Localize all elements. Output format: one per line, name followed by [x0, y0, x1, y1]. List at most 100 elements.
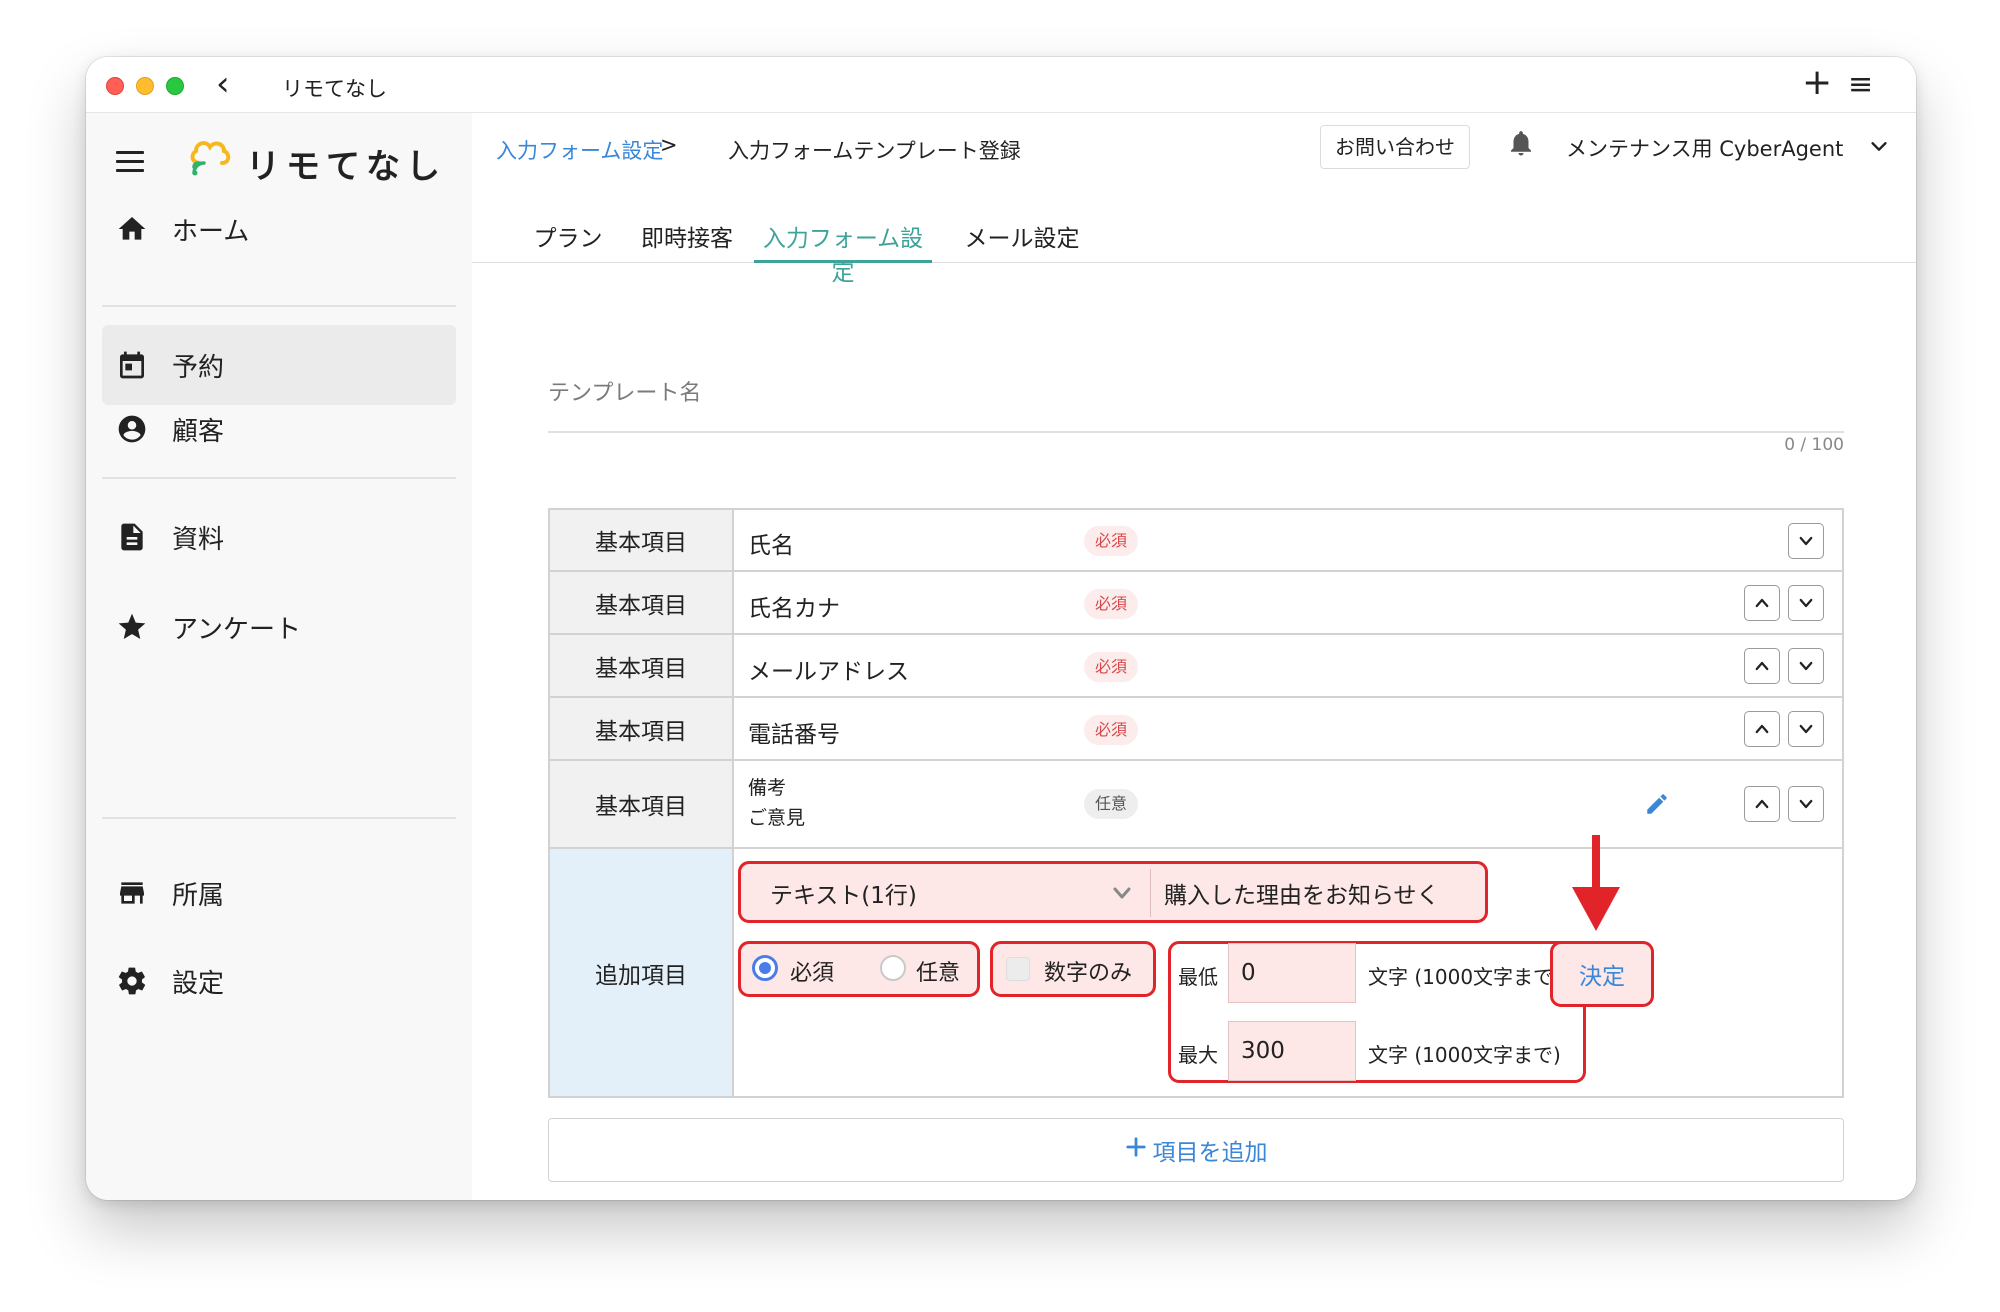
additional-item-row: 追加項目 テキスト(1行) 購入した理由をお知らせく 必須 任意 数字のみ 最低…	[550, 835, 1842, 1096]
sidebar-item-label: 顧客	[172, 416, 225, 447]
numeric-only-label: 数字のみ	[1044, 961, 1133, 986]
numeric-only-checkbox[interactable]	[1006, 957, 1030, 981]
field-name-line: ご意見	[748, 807, 806, 829]
field-name: メールアドレス	[748, 659, 909, 685]
field-title-value: 購入した理由をお知らせく	[1164, 883, 1440, 909]
document-icon	[114, 519, 150, 555]
tab-input-form-settings[interactable]: 入力フォーム設定	[754, 219, 932, 286]
calendar-icon	[114, 347, 150, 383]
move-up-button[interactable]	[1744, 786, 1780, 822]
sidebar-item-label: 資料	[172, 524, 225, 555]
sidebar-item-label: 設定	[172, 968, 225, 999]
sidebar-item-home[interactable]: ホーム	[102, 189, 456, 269]
field-name: 氏名	[748, 533, 794, 559]
logo-text: リモてなし	[246, 147, 446, 187]
account-circle-icon	[114, 411, 150, 447]
move-down-button[interactable]	[1788, 786, 1824, 822]
decide-button-label: 決定	[1579, 964, 1625, 990]
sidebar-item-label: アンケート	[172, 614, 301, 645]
add-item-label: 項目を追加	[1152, 1140, 1268, 1166]
sidebar-item-survey[interactable]: アンケート	[102, 587, 456, 667]
min-length-input[interactable]: 0	[1228, 943, 1356, 1003]
tab-mail-settings[interactable]: メール設定	[956, 219, 1088, 263]
pencil-icon[interactable]	[1644, 791, 1670, 821]
field-type-select[interactable]: テキスト(1行)	[750, 865, 1156, 921]
template-name-input[interactable]: テンプレート名	[548, 375, 701, 407]
move-down-button[interactable]	[1788, 711, 1824, 747]
sidebar-divider	[102, 817, 456, 819]
max-length-label: 最大	[1178, 1043, 1218, 1067]
sidebar-item-affiliation[interactable]: 所属	[102, 853, 456, 933]
table-row: 基本項目 氏名カナ 必須	[550, 572, 1842, 635]
contact-button[interactable]: お問い合わせ	[1320, 125, 1470, 169]
chevron-down-icon[interactable]	[1868, 135, 1890, 161]
window-menu-icon[interactable]: ≡	[1848, 68, 1873, 102]
maximize-window-button[interactable]	[166, 77, 184, 95]
app-window: ‹ リモてなし + ≡ リモてなし ホーム 予約 顧客 資料 アンケート 所属 …	[86, 57, 1916, 1200]
arrow-down-annotation-icon	[1566, 835, 1626, 939]
breadcrumb-separator: >	[660, 133, 678, 157]
minimize-window-button[interactable]	[136, 77, 154, 95]
sidebar-divider	[102, 477, 456, 479]
category-cell: 基本項目	[550, 572, 734, 633]
move-up-button[interactable]	[1744, 648, 1780, 684]
sidebar-item-label: 予約	[172, 352, 225, 383]
tab-instant-service[interactable]: 即時接客	[632, 219, 742, 263]
table-row: 基本項目 備考 ご意見 任意	[550, 761, 1842, 849]
sidebar-item-settings[interactable]: 設定	[102, 941, 456, 1021]
required-badge: 必須	[1084, 715, 1139, 745]
main-content: 入力フォーム設定 > 入力フォームテンプレート登録 お問い合わせ メンテナンス用…	[472, 113, 1916, 1200]
home-icon	[114, 211, 150, 247]
move-up-button[interactable]	[1744, 585, 1780, 621]
bell-icon[interactable]	[1506, 127, 1536, 163]
optional-radio[interactable]	[880, 955, 906, 981]
add-item-button[interactable]: 項目を追加	[548, 1118, 1844, 1182]
optional-radio-label: 任意	[916, 961, 961, 986]
sidebar-item-customer[interactable]: 顧客	[102, 389, 456, 469]
move-down-button[interactable]	[1788, 648, 1824, 684]
chevron-down-icon[interactable]	[1110, 881, 1134, 909]
min-length-note: 文字 (1000文字まで)	[1368, 965, 1561, 989]
table-row: 基本項目 氏名 必須	[550, 510, 1842, 572]
category-cell: 基本項目	[550, 635, 734, 696]
breadcrumb-link[interactable]: 入力フォーム設定	[496, 135, 663, 165]
required-radio-label: 必須	[790, 961, 835, 986]
sidebar-item-label: ホーム	[172, 216, 250, 247]
min-length-label: 最低	[1178, 965, 1218, 989]
field-title-input[interactable]: 購入した理由をお知らせく	[1154, 865, 1474, 921]
move-down-button[interactable]	[1788, 523, 1824, 559]
hamburger-menu-icon[interactable]	[116, 151, 144, 178]
breadcrumb-current: 入力フォームテンプレート登録	[728, 139, 1021, 163]
category-cell: 基本項目	[550, 698, 734, 759]
field-type-value: テキスト(1行)	[770, 883, 917, 909]
template-name-underline	[548, 431, 1844, 433]
user-name[interactable]: メンテナンス用 CyberAgent	[1566, 133, 1843, 163]
star-icon	[114, 609, 150, 645]
required-badge: 必須	[1084, 652, 1139, 682]
close-window-button[interactable]	[106, 77, 124, 95]
move-up-button[interactable]	[1744, 711, 1780, 747]
window-title: リモてなし	[282, 77, 387, 101]
max-length-note: 文字 (1000文字まで)	[1368, 1043, 1561, 1067]
required-badge: 必須	[1084, 526, 1139, 556]
logo-icon	[186, 133, 234, 185]
required-radio[interactable]	[752, 955, 778, 981]
sidebar-item-documents[interactable]: 資料	[102, 497, 456, 577]
gear-icon	[114, 963, 150, 999]
select-divider	[1150, 869, 1151, 917]
decide-button[interactable]: 決定	[1550, 941, 1654, 1007]
store-icon	[114, 875, 150, 911]
max-length-input[interactable]: 300	[1228, 1021, 1356, 1081]
optional-badge: 任意	[1084, 789, 1139, 819]
new-tab-icon[interactable]: +	[1802, 63, 1832, 103]
field-name: 電話番号	[748, 722, 840, 748]
move-down-button[interactable]	[1788, 585, 1824, 621]
category-cell: 追加項目	[550, 849, 734, 1096]
plus-icon	[1125, 1136, 1147, 1164]
title-bar: ‹ リモてなし + ≡	[86, 57, 1916, 113]
table-row: 基本項目 メールアドレス 必須	[550, 635, 1842, 698]
back-icon[interactable]: ‹	[216, 66, 230, 102]
tab-plan[interactable]: プラン	[526, 219, 610, 263]
table-row: 基本項目 電話番号 必須	[550, 698, 1842, 761]
field-name: 氏名カナ	[748, 596, 840, 622]
